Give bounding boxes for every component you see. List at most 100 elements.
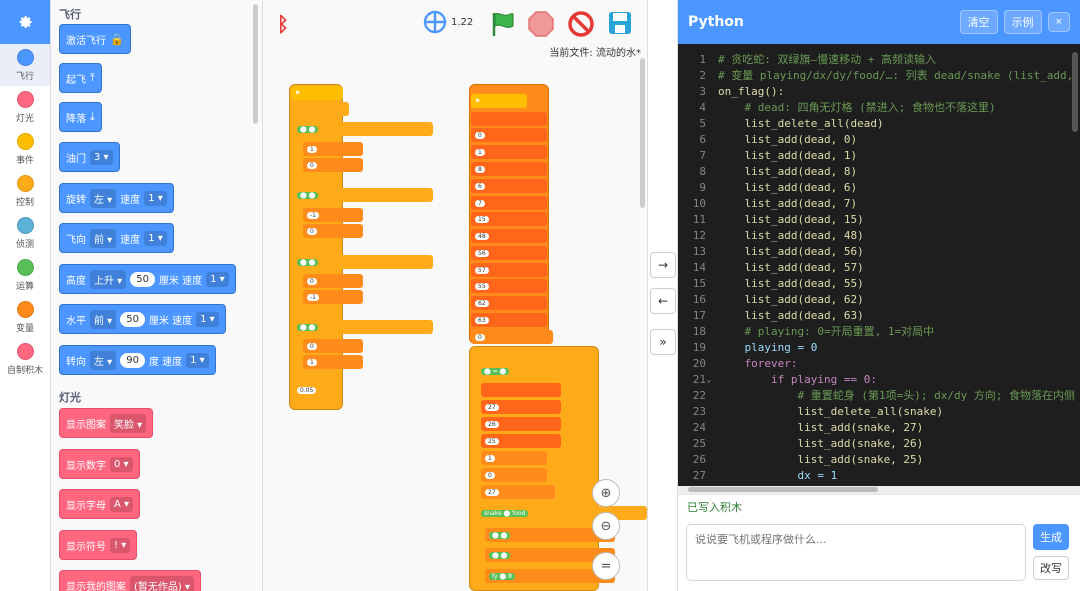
horizontal-distance-input[interactable]: 50 (120, 311, 145, 327)
if-key-up[interactable]: ⬤ ⬤ (293, 255, 433, 269)
value-bubble[interactable]: 1 (475, 148, 485, 156)
my-pattern-dropdown[interactable]: (暂无作品) ▾ (130, 575, 195, 591)
code-workspace[interactable]: ᛒ 1.22 当前文件: 流动的水* ⚑ ⬤ ⬤ 1 0 ⬤ ⬤ -1 0 ⬤ … (263, 0, 647, 591)
set-dy-0c[interactable]: 0 (481, 468, 547, 482)
letter-dropdown[interactable]: A ▾ (110, 496, 134, 512)
add-snake-26[interactable]: 26 (481, 417, 561, 431)
value-bubble[interactable]: 1 (307, 358, 317, 366)
value-bubble[interactable]: -1 (307, 211, 319, 219)
add-dead-57[interactable]: 57 (471, 263, 547, 277)
throttle-dropdown[interactable]: 3 ▾ (90, 149, 113, 165)
value-bubble[interactable]: 57 (475, 266, 489, 274)
value-bubble[interactable]: 56 (475, 249, 489, 257)
set-food-27[interactable]: 27 (481, 485, 555, 499)
add-dead-62[interactable]: 62 (471, 296, 547, 310)
rotate-speed-dropdown[interactable]: 1 ▾ (144, 190, 167, 206)
category-item[interactable]: 控制 (0, 170, 50, 212)
value-bubble[interactable]: 0 (307, 227, 317, 235)
value-bubble[interactable]: 48 (475, 232, 489, 240)
code-line[interactable]: 1 # 贪吃蛇: 双绿旗—慢速移动 + 高频读输入 (678, 52, 1080, 68)
when-flag-hat[interactable]: ⚑ (291, 86, 343, 100)
disable-button[interactable] (567, 10, 595, 41)
contains-condition[interactable]: snake ⬤ food (481, 509, 529, 517)
block-takeoff[interactable]: 起飞 ⤒ (59, 63, 102, 93)
value-bubble[interactable]: 62 (475, 299, 489, 307)
add-dead-6[interactable]: 6 (471, 179, 547, 193)
pattern-dropdown[interactable]: 笑脸 ▾ (110, 413, 147, 433)
set-dx-0b[interactable]: 0 (303, 339, 363, 353)
turn-angle-input[interactable]: 90 (120, 352, 145, 368)
set-dy-neg1[interactable]: -1 (303, 290, 363, 304)
wait-block[interactable]: 0.05 (293, 383, 341, 397)
code-line[interactable]: 8 list_add(dead, 8) (678, 164, 1080, 180)
altitude-distance-input[interactable]: 50 (130, 271, 155, 287)
code-line[interactable]: 11 list_add(dead, 15) (678, 212, 1080, 228)
add-dead-8[interactable]: 8 (471, 162, 547, 176)
value-bubble[interactable]: 27 (485, 488, 499, 496)
code-line[interactable]: 17 list_add(dead, 63) (678, 308, 1080, 324)
code-line[interactable]: 27 dx = 1 (678, 468, 1080, 484)
code-line[interactable]: 3 on_flag(): (678, 84, 1080, 100)
category-item[interactable]: 自制积木 (0, 338, 50, 380)
category-item[interactable]: 运算 (0, 254, 50, 296)
forever-header[interactable] (291, 102, 349, 116)
if-playing-0[interactable]: ⬤ = ⬤ (477, 364, 587, 378)
add-dead-0[interactable]: 0 (471, 128, 547, 142)
set-dy-0b[interactable]: 0 (303, 224, 363, 238)
code-line[interactable]: 19 playing = 0 (678, 340, 1080, 356)
generate-button[interactable]: 生成 (1033, 524, 1069, 550)
code-line[interactable]: 21 ⌄ if playing == 0: (678, 372, 1080, 388)
save-button[interactable] (607, 10, 633, 39)
block-show-letter[interactable]: 显示字母 A ▾ (59, 489, 141, 519)
code-line[interactable]: 13 list_add(dead, 56) (678, 244, 1080, 260)
horizontal-direction-dropdown[interactable]: 前 ▾ (90, 309, 117, 329)
delete-all-snake[interactable] (481, 383, 561, 397)
category-item[interactable]: 变量 (0, 296, 50, 338)
expand-panel-button[interactable]: » (650, 329, 676, 355)
block-land[interactable]: 降落 ⤓ (59, 102, 102, 132)
turn-speed-dropdown[interactable]: 1 ▾ (186, 352, 209, 368)
value-bubble[interactable]: 0 (485, 471, 495, 479)
rewrite-button[interactable]: 改写 (1033, 556, 1069, 580)
category-item[interactable]: 侦测 (0, 212, 50, 254)
code-line[interactable]: 16 list_add(dead, 62) (678, 292, 1080, 308)
value-bubble[interactable]: 0 (307, 277, 317, 285)
altitude-speed-dropdown[interactable]: 1 ▾ (206, 271, 229, 287)
value-bubble[interactable]: 15 (475, 215, 489, 223)
example-button[interactable]: 示例 (1003, 10, 1042, 34)
code-to-blocks-button[interactable]: ← (650, 288, 676, 314)
add-dead-1[interactable]: 1 (471, 145, 547, 159)
code-line[interactable]: 4 # dead: 四角无灯格 (禁进入; 食物也不落这里) (678, 100, 1080, 116)
block-show-number[interactable]: 显示数字 0 ▾ (59, 449, 140, 479)
code-line[interactable]: 15 list_add(dead, 55) (678, 276, 1080, 292)
set-dx-1[interactable]: 1 (303, 142, 363, 156)
code-line[interactable]: 20 forever: (678, 356, 1080, 372)
block-activate-flight[interactable]: 激活飞行 🔒 (59, 24, 131, 54)
random-operator[interactable]: ⬤ ⬤ (489, 551, 511, 559)
close-button[interactable]: × (1047, 12, 1070, 32)
code-line[interactable]: 14 list_add(dead, 57) (678, 260, 1080, 276)
value-bubble[interactable]: 0 (307, 161, 317, 169)
set-playing-0[interactable]: 0 (471, 330, 553, 344)
workspace-scrollbar[interactable] (640, 58, 645, 208)
key-left-condition[interactable]: ⬤ ⬤ (297, 191, 319, 199)
number-dropdown[interactable]: 0 ▾ (110, 456, 133, 472)
add-dead-15[interactable]: 15 (471, 212, 547, 226)
delete-all-dead[interactable] (471, 112, 547, 126)
add-dead-63[interactable]: 63 (471, 313, 547, 327)
value-bubble[interactable]: 25 (485, 437, 499, 445)
bluetooth-icon[interactable]: ᛒ (277, 12, 289, 36)
code-horizontal-scrollbar[interactable] (678, 486, 1080, 494)
formula-operator[interactable]: fy ⬤ 8 (489, 572, 515, 580)
add-dead-48[interactable]: 48 (471, 229, 547, 243)
zoom-out-button[interactable]: ⊖ (592, 512, 620, 540)
block-rotate[interactable]: 旋转 左 ▾ 速度 1 ▾ (59, 183, 174, 213)
code-scrollbar[interactable] (1072, 52, 1078, 132)
category-item[interactable]: 灯光 (0, 86, 50, 128)
scroll-thumb[interactable] (688, 487, 878, 492)
value-bubble[interactable]: 27 (485, 403, 499, 411)
stop-button[interactable] (527, 10, 555, 41)
add-dead-56[interactable]: 56 (471, 246, 547, 260)
code-line[interactable]: 6 list_add(dead, 0) (678, 132, 1080, 148)
if-key-down[interactable]: ⬤ ⬤ (293, 320, 433, 334)
